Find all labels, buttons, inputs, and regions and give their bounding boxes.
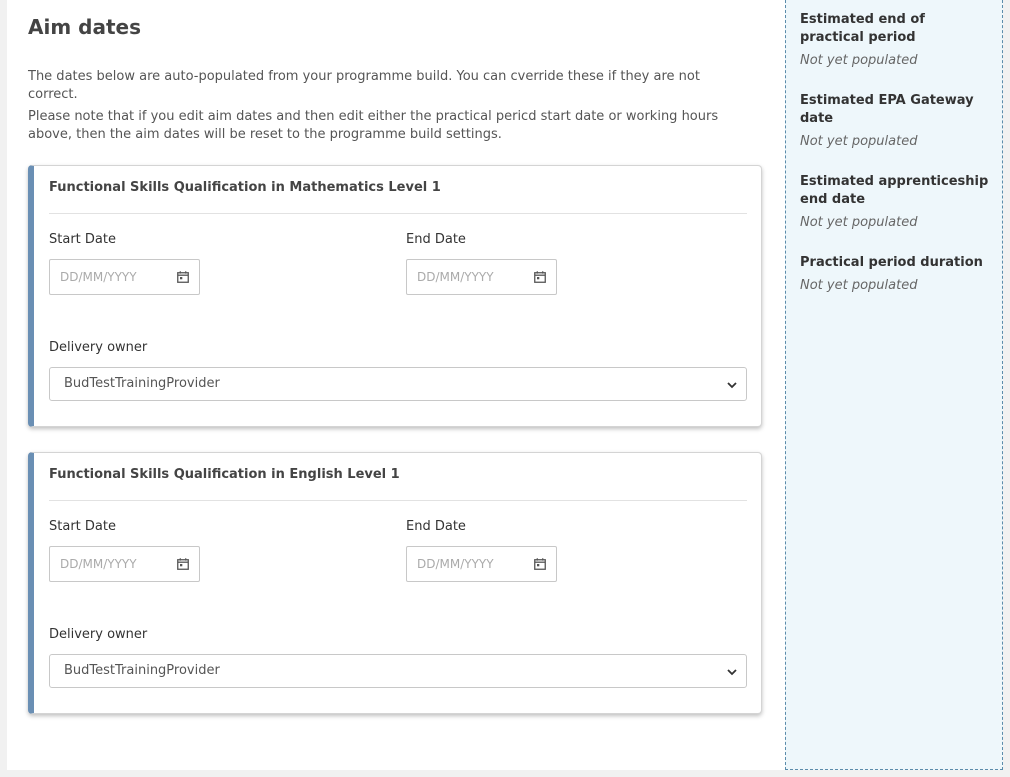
summary-label: Practical period duration [800, 255, 983, 270]
aim-card-mathematics: Functional Skills Qualification in Mathe… [28, 165, 762, 427]
summary-item-epa-gateway: Estimated EPA Gateway date Not yet popul… [800, 92, 990, 151]
calendar-icon[interactable] [177, 558, 189, 570]
start-date-input[interactable] [60, 555, 170, 573]
calendar-icon[interactable] [534, 558, 546, 570]
end-date-input[interactable] [417, 268, 527, 286]
note-text: Please note that if you edit aim dates a… [28, 109, 719, 142]
summary-item-apprenticeship-end: Estimated apprenticeship end date Not ye… [800, 173, 990, 232]
summary-value: Not yet populated [800, 215, 918, 230]
delivery-owner-select[interactable]: BudTestTrainingProvider [49, 367, 747, 401]
intro-text: The dates below are auto-populated from … [28, 69, 700, 102]
summary-value: Not yet populated [800, 278, 918, 293]
calendar-icon[interactable] [534, 271, 546, 283]
delivery-owner-value: BudTestTrainingProvider [64, 663, 220, 678]
delivery-owner-label: Delivery owner [49, 627, 148, 642]
summary-value: Not yet populated [800, 134, 918, 149]
summary-label: Estimated apprenticeship end date [800, 174, 989, 207]
delivery-owner-label: Delivery owner [49, 340, 148, 355]
start-date-label: Start Date [49, 519, 116, 534]
end-date-label: End Date [406, 519, 466, 534]
end-date-label: End Date [406, 232, 466, 247]
summary-label: Estimated end of practical period [800, 12, 925, 45]
end-date-input[interactable] [417, 555, 527, 573]
start-date-label: Start Date [49, 232, 116, 247]
summary-sidebar: Estimated end of practical period Not ye… [785, 0, 1003, 770]
aim-card-english: Functional Skills Qualification in Engli… [28, 452, 762, 714]
aim-title: Functional Skills Qualification in Engli… [49, 467, 400, 482]
summary-item-practical-end: Estimated end of practical period Not ye… [800, 11, 990, 70]
summary-item-practical-duration: Practical period duration Not yet popula… [800, 254, 990, 295]
start-date-field[interactable] [49, 259, 200, 295]
delivery-owner-select[interactable]: BudTestTrainingProvider [49, 654, 747, 688]
delivery-owner-value: BudTestTrainingProvider [64, 376, 220, 391]
chevron-down-icon [727, 669, 737, 676]
chevron-down-icon [727, 382, 737, 389]
aim-title: Functional Skills Qualification in Mathe… [49, 180, 441, 195]
card-divider [49, 213, 747, 214]
card-divider [49, 500, 747, 501]
start-date-input[interactable] [60, 268, 170, 286]
end-date-field[interactable] [406, 259, 557, 295]
summary-value: Not yet populated [800, 53, 918, 68]
start-date-field[interactable] [49, 546, 200, 582]
main-panel: Aim dates The dates below are auto-popul… [7, 0, 785, 770]
end-date-field[interactable] [406, 546, 557, 582]
summary-label: Estimated EPA Gateway date [800, 93, 974, 126]
calendar-icon[interactable] [177, 271, 189, 283]
section-title: Aim dates [28, 15, 141, 39]
